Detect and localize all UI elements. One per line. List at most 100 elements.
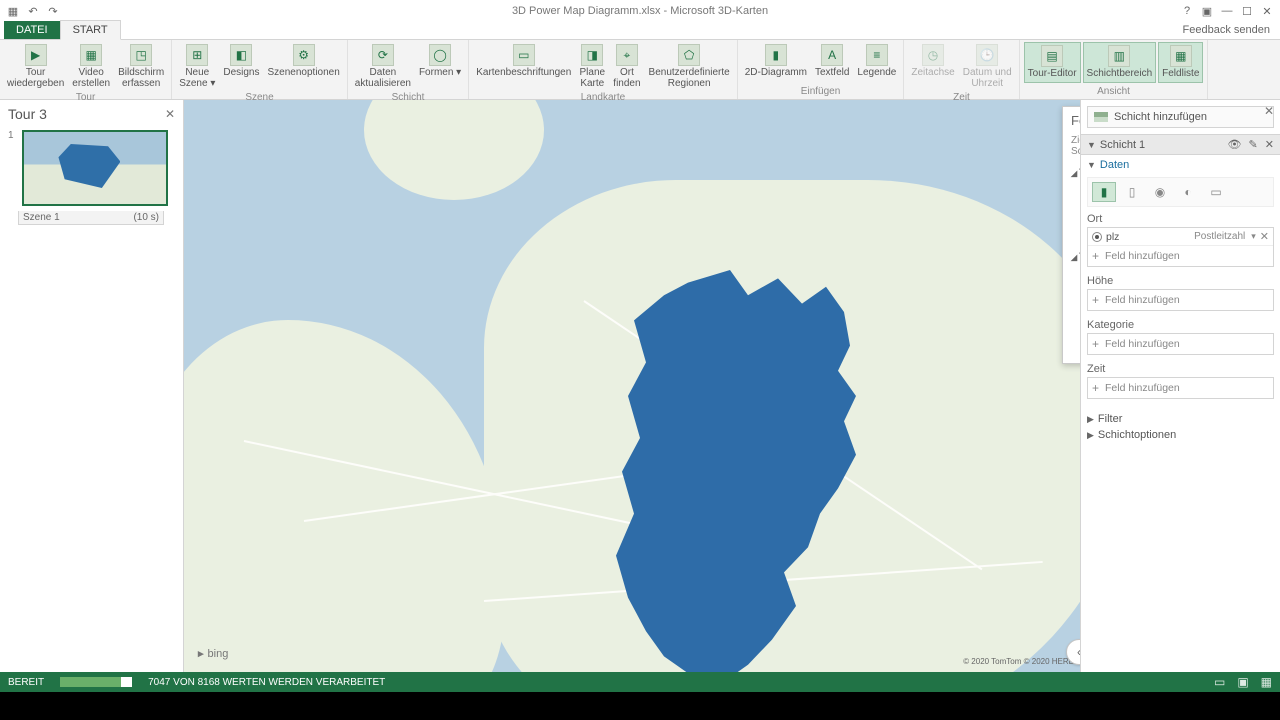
ribbon-tabs: DATEI START Feedback senden	[0, 22, 1280, 40]
viz-region[interactable]: ▭	[1204, 182, 1228, 202]
legende-icon: ≡	[866, 44, 888, 66]
status-view1-icon[interactable]: ▭	[1214, 675, 1225, 689]
ribbon-feldliste[interactable]: ▦Feldliste	[1158, 42, 1203, 83]
scene-thumbnail[interactable]	[22, 130, 168, 206]
add-layer-button[interactable]: Schicht hinzufügen	[1087, 106, 1274, 128]
tour-panel: Tour 3 ✕ 1 Szene 1 (10 s)	[0, 100, 184, 672]
viz-heatmap[interactable]: ◐	[1176, 182, 1200, 202]
scene-item[interactable]: 1 Szene 1 (10 s)	[8, 130, 175, 225]
layer-panel-close-icon[interactable]: ✕	[1264, 104, 1274, 118]
black-strip	[0, 692, 1280, 720]
datum-uhrzeit-icon: 🕒	[976, 44, 998, 66]
viz-stacked-column[interactable]: ▮	[1092, 182, 1116, 202]
ribbon-datum-uhrzeit: 🕒Datum und Uhrzeit	[960, 42, 1015, 91]
layer-name: Schicht 1	[1100, 139, 1224, 151]
status-bar: BEREIT 7047 VON 8168 WERTEN WERDEN VERAR…	[0, 672, 1280, 692]
section-filter[interactable]: ▶Filter	[1081, 411, 1280, 427]
field-Umsatz[interactable]: Umsatz	[1071, 343, 1080, 359]
ribbon-schichtbereich[interactable]: ▥Schichtbereich	[1083, 42, 1157, 83]
table-Tabelle2[interactable]: Tabelle2	[1071, 251, 1080, 263]
field-qkm[interactable]: qkm	[1071, 327, 1080, 343]
zeit-add-field[interactable]: +Feld hinzufügen	[1088, 378, 1273, 398]
tour-editor-icon: ▤	[1041, 45, 1063, 67]
field-qkm[interactable]: qkm	[1071, 227, 1080, 243]
progress-bar	[60, 677, 132, 687]
2d-diagramm-icon: ▮	[765, 44, 787, 66]
viz-type-selector: ▮ ▯ ◉ ◐ ▭	[1087, 177, 1274, 207]
ort-radio[interactable]	[1092, 232, 1102, 242]
viz-clustered-column[interactable]: ▯	[1120, 182, 1144, 202]
zeitachse-icon: ◷	[922, 44, 944, 66]
video-erstellen-icon: ▦	[80, 44, 102, 66]
ort-type-dropdown[interactable]: ▾	[1251, 231, 1256, 242]
tour-wiedergeben-icon: ▶	[25, 44, 47, 66]
field-note[interactable]: note	[1071, 279, 1080, 295]
bing-logo-icon: ▸	[198, 647, 204, 660]
map-canvas[interactable]: ▸ bing © 2020 TomTom © 2020 HERE ˄ ˅ ‹ ›…	[184, 100, 1080, 672]
ribbon-tour-editor[interactable]: ▤Tour-Editor	[1024, 42, 1081, 83]
ort-finden-icon: ⌖	[616, 44, 638, 66]
viz-bubble[interactable]: ◉	[1148, 182, 1172, 202]
help-icon[interactable]: ?	[1178, 3, 1196, 19]
ribbon-plane-karte[interactable]: ◨Plane Karte	[576, 42, 608, 91]
neue-szene-icon: ⊞	[186, 44, 208, 66]
table-Tabelle1[interactable]: Tabelle1	[1071, 167, 1080, 179]
ribbon-tour-wiedergeben[interactable]: ▶Tour wiedergeben	[4, 42, 67, 91]
layer-panel: ✕ Schicht hinzufügen ▼ Schicht 1 👁 ✎ ✕ ▼…	[1080, 100, 1280, 672]
status-view2-icon[interactable]: ▣	[1237, 675, 1248, 689]
bildschirm-erfassen-icon: ◳	[130, 44, 152, 66]
minimize-icon[interactable]: —	[1218, 3, 1236, 19]
layer-delete-icon[interactable]: ✕	[1265, 139, 1274, 151]
field-plz[interactable]: plz	[1071, 211, 1080, 227]
ribbon-neue-szene[interactable]: ⊞Neue Szene ▾	[176, 42, 218, 91]
ribbon-formen[interactable]: ◯Formen ▾	[416, 42, 464, 81]
hohe-add-field[interactable]: +Feld hinzufügen	[1088, 290, 1273, 310]
ribbon-designs[interactable]: ◧Designs	[220, 42, 262, 81]
ribbon-benutzerdefinierte-regionen[interactable]: ⬠Benutzerdefinierte Regionen	[646, 42, 733, 91]
ribbon-video-erstellen[interactable]: ▦Video erstellen	[69, 42, 113, 91]
ribbon-legende[interactable]: ≡Legende	[854, 42, 899, 81]
layer-visibility-icon[interactable]: 👁	[1227, 139, 1241, 151]
field-plz[interactable]: plz	[1071, 295, 1080, 311]
scene-number: 1	[8, 130, 18, 141]
undo-icon[interactable]: ↶	[26, 4, 40, 18]
layer-header[interactable]: ▼ Schicht 1 👁 ✎ ✕	[1081, 134, 1280, 155]
feedback-link[interactable]: Feedback senden	[1183, 24, 1270, 36]
redo-icon[interactable]: ↷	[46, 4, 60, 18]
section-schichtoptionen[interactable]: ▶Schichtoptionen	[1081, 427, 1280, 443]
maximize-icon[interactable]: ☐	[1238, 3, 1256, 19]
status-view3-icon[interactable]: ▦	[1261, 675, 1272, 689]
excel-icon: ▦	[6, 4, 20, 18]
feldliste-icon: ▦	[1170, 45, 1192, 67]
field-einwohner[interactable]: einwohner	[1071, 263, 1080, 279]
ribbon-ort-finden[interactable]: ⌖Ort finden	[610, 42, 643, 91]
field-Produkt[interactable]: Produkt	[1071, 311, 1080, 327]
field-note[interactable]: note	[1071, 195, 1080, 211]
section-daten[interactable]: ▼Daten	[1087, 159, 1274, 171]
scene-duration: (10 s)	[133, 212, 159, 223]
tab-start[interactable]: START	[60, 20, 121, 40]
ort-remove-icon[interactable]: ✕	[1260, 230, 1269, 243]
status-ready: BEREIT	[8, 677, 44, 688]
layer-rename-icon[interactable]: ✎	[1249, 139, 1258, 151]
label-ort: Ort	[1087, 213, 1274, 225]
ribbon-2d-diagramm[interactable]: ▮2D-Diagramm	[742, 42, 810, 81]
scene-name: Szene 1	[23, 212, 60, 223]
ort-field-row[interactable]: plz Postleitzahl ▾ ✕	[1088, 228, 1273, 246]
ribbon-kartenbeschriftungen[interactable]: ▭Kartenbeschriftungen	[473, 42, 574, 81]
ribbon-daten-aktualisieren[interactable]: ⟳Daten aktualisieren	[352, 42, 414, 91]
tour-close-icon[interactable]: ✕	[165, 107, 175, 121]
tab-datei[interactable]: DATEI	[4, 21, 60, 39]
ribbon-szenenoptionen[interactable]: ⚙Szenenoptionen	[265, 42, 343, 81]
kategorie-add-field[interactable]: +Feld hinzufügen	[1088, 334, 1273, 354]
ort-add-field[interactable]: +Feld hinzufügen	[1088, 246, 1273, 266]
field-einwohner[interactable]: einwohner	[1071, 179, 1080, 195]
ribbon-bildschirm-erfassen[interactable]: ◳Bildschirm erfassen	[115, 42, 167, 91]
close-icon[interactable]: ✕	[1258, 3, 1276, 19]
label-zeit: Zeit	[1087, 363, 1274, 375]
textfeld-icon: A	[821, 44, 843, 66]
szenenoptionen-icon: ⚙	[293, 44, 315, 66]
ribbon-options-icon[interactable]: ▣	[1198, 3, 1216, 19]
ribbon-textfeld[interactable]: ATextfeld	[812, 42, 852, 81]
map-copyright: © 2020 TomTom © 2020 HERE	[963, 657, 1074, 666]
